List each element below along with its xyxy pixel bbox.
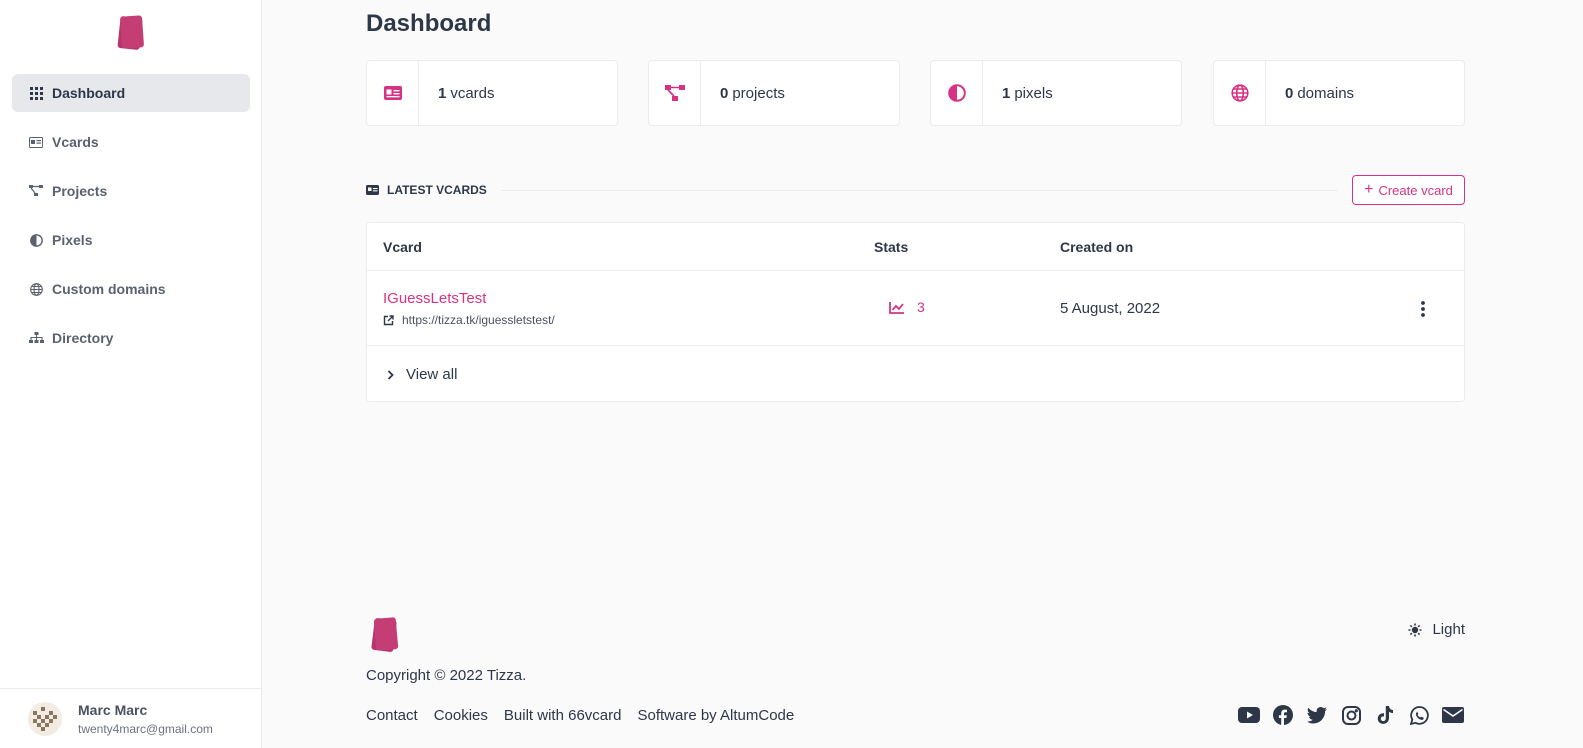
- stat-label: vcards: [450, 84, 495, 102]
- divider: [500, 189, 1338, 191]
- theme-label: Light: [1432, 621, 1465, 638]
- id-card-icon: [366, 185, 379, 195]
- footer-link-software-by[interactable]: Software by AltumCode: [637, 707, 794, 724]
- sun-icon: [1408, 623, 1422, 637]
- external-link-icon: [383, 314, 394, 326]
- sidebar-item-custom-domains[interactable]: Custom domains: [12, 270, 250, 308]
- footer-link-cookies[interactable]: Cookies: [434, 707, 488, 724]
- globe-icon: [1214, 61, 1266, 125]
- user-email: twenty4marc@gmail.com: [78, 721, 213, 736]
- view-all-label: View all: [406, 366, 458, 383]
- social-links: [1227, 704, 1465, 726]
- stat-label: domains: [1297, 84, 1355, 102]
- twitter-icon[interactable]: [1305, 704, 1329, 726]
- sidebar-nav: Dashboard Vcards Projects Pixels Custom …: [12, 74, 250, 368]
- sidebar-item-directory[interactable]: Directory: [12, 319, 250, 357]
- table-row: IGuessLetsTest https://tizza.tk/iguessle…: [367, 271, 1464, 346]
- stat-count: 0: [720, 84, 729, 102]
- vcard-url: https://tizza.tk/iguessletstest/: [402, 313, 555, 327]
- view-all-link[interactable]: View all: [387, 366, 457, 383]
- table-header: Vcard Stats Created on: [367, 223, 1464, 271]
- sidebar-item-vcards[interactable]: Vcards: [12, 123, 250, 161]
- stat-card-domains[interactable]: 0 domains: [1213, 60, 1465, 126]
- avatar: [28, 701, 62, 736]
- footer-logo[interactable]: [370, 615, 402, 655]
- create-vcard-label: Create vcard: [1378, 182, 1453, 198]
- sidebar-item-dashboard[interactable]: Dashboard: [12, 74, 250, 112]
- sidebar-item-label: Custom domains: [52, 281, 166, 297]
- stats-count: 3: [917, 299, 925, 315]
- sidebar-item-label: Dashboard: [52, 85, 126, 101]
- grid-icon: [28, 85, 44, 101]
- chevron-right-icon: [387, 369, 394, 380]
- stat-card-pixels[interactable]: 1 pixels: [930, 60, 1182, 126]
- facebook-icon[interactable]: [1271, 704, 1295, 726]
- user-menu[interactable]: Marc Marc twenty4marc@gmail.com: [0, 688, 262, 748]
- footer-link-built-with[interactable]: Built with 66vcard: [504, 707, 622, 724]
- created-date: 5 August, 2022: [1060, 300, 1161, 317]
- id-card-icon: [367, 61, 419, 125]
- adjust-icon: [28, 232, 44, 248]
- stat-card-vcards[interactable]: 1 vcards: [366, 60, 618, 126]
- user-name: Marc Marc: [78, 701, 148, 718]
- column-header-stats: Stats: [874, 239, 909, 255]
- tiktok-icon[interactable]: [1373, 704, 1397, 726]
- column-header-vcard: Vcard: [383, 239, 422, 255]
- vcard-name-link[interactable]: IGuessLetsTest: [383, 290, 486, 307]
- footer-links: Contact Cookies Built with 66vcard Softw…: [366, 707, 810, 724]
- globe-icon: [28, 281, 44, 297]
- vcard-url-link[interactable]: https://tizza.tk/iguessletstest/: [383, 313, 555, 327]
- sidebar-item-label: Pixels: [52, 232, 93, 248]
- column-header-created: Created on: [1060, 239, 1134, 255]
- sidebar: Dashboard Vcards Projects Pixels Custom …: [0, 0, 262, 748]
- table-footer: View all: [367, 346, 1464, 401]
- sidebar-item-projects[interactable]: Projects: [12, 172, 250, 210]
- theme-switcher[interactable]: Light: [1408, 621, 1465, 638]
- vcards-table: Vcard Stats Created on IGuessLetsTest ht…: [366, 222, 1465, 402]
- mail-icon[interactable]: [1441, 704, 1465, 726]
- stat-card-projects[interactable]: 0 projects: [648, 60, 900, 126]
- page-title: Dashboard: [366, 10, 492, 37]
- sidebar-item-label: Directory: [52, 330, 114, 346]
- instagram-icon[interactable]: [1339, 704, 1363, 726]
- sidebar-item-pixels[interactable]: Pixels: [12, 221, 250, 259]
- chart-line-icon: [889, 301, 905, 314]
- whatsapp-icon[interactable]: [1407, 704, 1431, 726]
- project-diagram-icon: [649, 61, 701, 125]
- stat-count: 1: [438, 84, 447, 102]
- stat-label: pixels: [1014, 84, 1053, 102]
- stat-count: 0: [1285, 84, 1294, 102]
- adjust-icon: [931, 61, 983, 125]
- section-title: LATEST VCARDS: [387, 183, 487, 197]
- main-content: Dashboard 1 vcards 0 projects 1 pixels 0 dom…: [366, 0, 1465, 748]
- project-diagram-icon: [28, 183, 44, 199]
- copyright-text: Copyright © 2022 Tizza.: [366, 667, 527, 684]
- sidebar-item-label: Projects: [52, 183, 108, 199]
- stat-label: projects: [732, 84, 785, 102]
- create-vcard-button[interactable]: + Create vcard: [1352, 175, 1465, 205]
- plus-icon: +: [1364, 181, 1374, 198]
- sitemap-icon: [28, 330, 44, 346]
- app-logo[interactable]: [116, 14, 148, 52]
- stat-count: 1: [1002, 84, 1011, 102]
- latest-vcards-header: LATEST VCARDS + Create vcard: [366, 175, 1465, 205]
- sidebar-item-label: Vcards: [52, 134, 99, 150]
- stats-link[interactable]: 3: [889, 299, 925, 315]
- more-options-icon[interactable]: [1418, 299, 1428, 319]
- youtube-icon[interactable]: [1237, 704, 1261, 726]
- id-card-icon: [28, 134, 44, 150]
- footer-link-contact[interactable]: Contact: [366, 707, 418, 724]
